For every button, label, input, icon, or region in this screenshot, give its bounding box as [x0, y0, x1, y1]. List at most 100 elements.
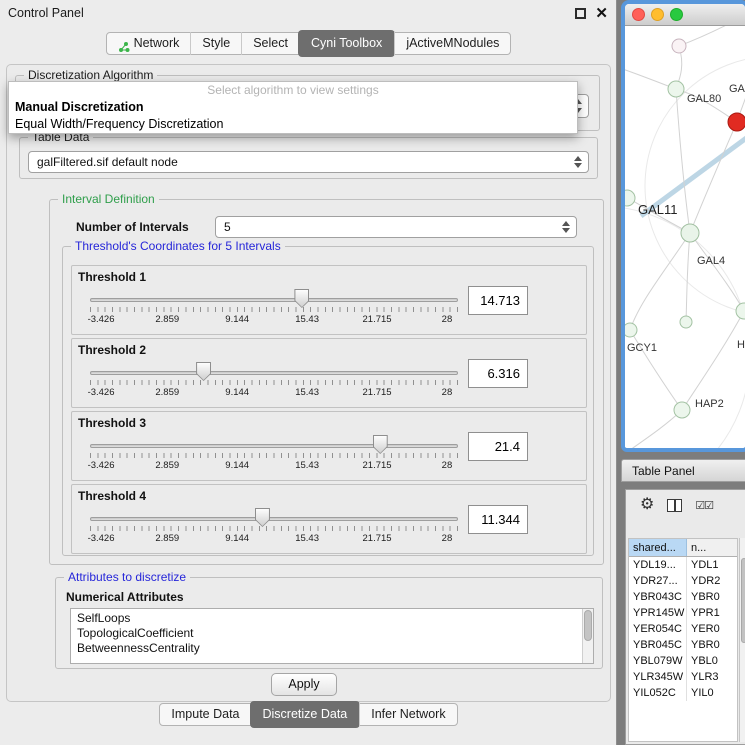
table-panel-titlebar[interactable]: Table Panel — [621, 459, 745, 482]
slider-track[interactable] — [90, 371, 458, 375]
node[interactable] — [680, 316, 692, 328]
scrollbar-thumb[interactable] — [741, 558, 745, 643]
table-row[interactable]: YBR045C YBR0 — [629, 637, 737, 653]
threshold-slider[interactable]: -3.426 2.859 9.144 15.43 21.715 28 — [90, 432, 458, 478]
table-row[interactable]: YER054C YER0 — [629, 621, 737, 637]
slider-track[interactable] — [90, 298, 458, 302]
list-item[interactable]: SelfLoops — [71, 609, 593, 626]
node-label: HAP2 — [695, 398, 724, 410]
cell[interactable]: YIL0 — [687, 685, 737, 701]
column-header-shared-name[interactable]: shared... — [629, 539, 687, 556]
list-scrollbar[interactable] — [582, 609, 593, 663]
slider-thumb[interactable] — [196, 362, 211, 381]
edge[interactable] — [690, 233, 744, 311]
slider-scale: -3.426 2.859 9.144 15.43 21.715 28 — [90, 387, 458, 399]
tab-cyni-toolbox[interactable]: Cyni Toolbox — [298, 30, 395, 57]
number-of-intervals-select[interactable]: 5 — [215, 216, 577, 238]
edge[interactable] — [686, 233, 690, 322]
node-label: GAL8 — [729, 83, 745, 95]
slider-scale: -3.426 2.859 9.144 15.43 21.715 28 — [90, 314, 458, 326]
list-item[interactable]: TopologicalCoefficient — [71, 626, 593, 641]
node-gcy1[interactable] — [625, 323, 637, 337]
apply-button[interactable]: Apply — [271, 673, 337, 696]
columns-icon[interactable] — [667, 499, 682, 512]
cell[interactable]: YBR0 — [687, 637, 737, 653]
table-row[interactable]: YDR27... YDR2 — [629, 573, 737, 589]
network-canvas[interactable]: GAL80 GAL8 GAL11 GAL4 GCY1 HA HAP2 — [625, 26, 745, 447]
cell[interactable]: YER0 — [687, 621, 737, 637]
close-traffic-light[interactable] — [632, 8, 645, 21]
control-panel-titlebar: Control Panel ✕ — [0, 0, 616, 28]
threshold-panel-4: Threshold 4 -3.426 2.859 9.144 15.43 21.… — [71, 484, 587, 554]
popup-item-manual-discretization[interactable]: Manual Discretization — [9, 99, 577, 116]
edge[interactable] — [676, 89, 690, 233]
node-gal11[interactable] — [625, 190, 635, 206]
tab-label: Style — [202, 32, 230, 55]
node[interactable] — [672, 39, 686, 53]
edge[interactable] — [679, 26, 740, 46]
table-row[interactable]: YBL079W YBL0 — [629, 653, 737, 669]
table-scrollbar[interactable] — [739, 538, 745, 742]
table-row[interactable]: YDL19... YDL1 — [629, 557, 737, 573]
scrollbar-thumb[interactable] — [584, 610, 592, 641]
cell[interactable]: YPR1 — [687, 605, 737, 621]
cell[interactable]: YLR3 — [687, 669, 737, 685]
float-window-icon[interactable] — [575, 8, 586, 19]
threshold-slider[interactable]: -3.426 2.859 9.144 15.43 21.715 28 — [90, 505, 458, 551]
cell[interactable]: YBL079W — [629, 653, 687, 669]
edge[interactable] — [682, 311, 744, 410]
threshold-value-field[interactable]: 21.4 — [468, 432, 528, 461]
node-gal4[interactable] — [681, 224, 699, 242]
cell[interactable]: YPR145W — [629, 605, 687, 621]
attribute-list[interactable]: SelfLoops TopologicalCoefficient Between… — [70, 608, 594, 664]
cell[interactable]: YBR0 — [687, 589, 737, 605]
threshold-value-field[interactable]: 11.344 — [468, 505, 528, 534]
cell[interactable]: YIL052C — [629, 685, 687, 701]
table-row[interactable]: YIL052C YIL0 — [629, 685, 737, 701]
cell[interactable]: YDR27... — [629, 573, 687, 589]
threshold-value-field[interactable]: 6.316 — [468, 359, 528, 388]
scale-label: 9.144 — [225, 314, 249, 325]
node-gal80[interactable] — [668, 81, 684, 97]
table-row[interactable]: YLR345W YLR3 — [629, 669, 737, 685]
list-item[interactable]: BetweennessCentrality — [71, 641, 593, 656]
slider-thumb[interactable] — [294, 289, 309, 308]
table-data-group: Table Data galFiltered.sif default node — [19, 137, 598, 179]
threshold-slider[interactable]: -3.426 2.859 9.144 15.43 21.715 28 — [90, 359, 458, 405]
gear-icon[interactable]: ⚙ — [640, 497, 654, 513]
tab-discretize-data[interactable]: Discretize Data — [250, 701, 361, 728]
node-hap2[interactable] — [674, 402, 690, 418]
cell[interactable]: YDL1 — [687, 557, 737, 573]
cell[interactable]: YER054C — [629, 621, 687, 637]
table-row[interactable]: YBR043C YBR0 — [629, 589, 737, 605]
slider-track[interactable] — [90, 517, 458, 521]
table-data-select[interactable]: galFiltered.sif default node — [28, 151, 589, 173]
tab-jactivemnodules[interactable]: jActiveMNodules — [394, 32, 510, 55]
tab-style[interactable]: Style — [190, 32, 241, 55]
column-header-name[interactable]: n... — [687, 539, 737, 556]
cell[interactable]: YBR045C — [629, 637, 687, 653]
node-red-selected[interactable] — [728, 113, 745, 131]
slider-thumb[interactable] — [373, 435, 388, 454]
tab-select[interactable]: Select — [241, 32, 299, 55]
popup-item-equal-width-frequency[interactable]: Equal Width/Frequency Discretization — [9, 116, 577, 133]
cell[interactable]: YLR345W — [629, 669, 687, 685]
tab-network[interactable]: Network — [107, 32, 191, 55]
node[interactable] — [736, 303, 745, 319]
threshold-value-field[interactable]: 14.713 — [468, 286, 528, 315]
cell[interactable]: YDL19... — [629, 557, 687, 573]
cell[interactable]: YDR2 — [687, 573, 737, 589]
slider-track[interactable] — [90, 444, 458, 448]
close-icon[interactable]: ✕ — [595, 4, 608, 22]
minimize-traffic-light[interactable] — [651, 8, 664, 21]
tab-impute-data[interactable]: Impute Data — [160, 703, 250, 726]
select-rows-icon[interactable]: ☑☑ — [695, 499, 713, 512]
threshold-slider[interactable]: -3.426 2.859 9.144 15.43 21.715 28 — [90, 286, 458, 332]
cell[interactable]: YBR043C — [629, 589, 687, 605]
table-row[interactable]: YPR145W YPR1 — [629, 605, 737, 621]
cell[interactable]: YBL0 — [687, 653, 737, 669]
slider-thumb[interactable] — [255, 508, 270, 527]
edge[interactable] — [630, 410, 682, 450]
tab-infer-network[interactable]: Infer Network — [359, 703, 456, 726]
zoom-traffic-light[interactable] — [670, 8, 683, 21]
